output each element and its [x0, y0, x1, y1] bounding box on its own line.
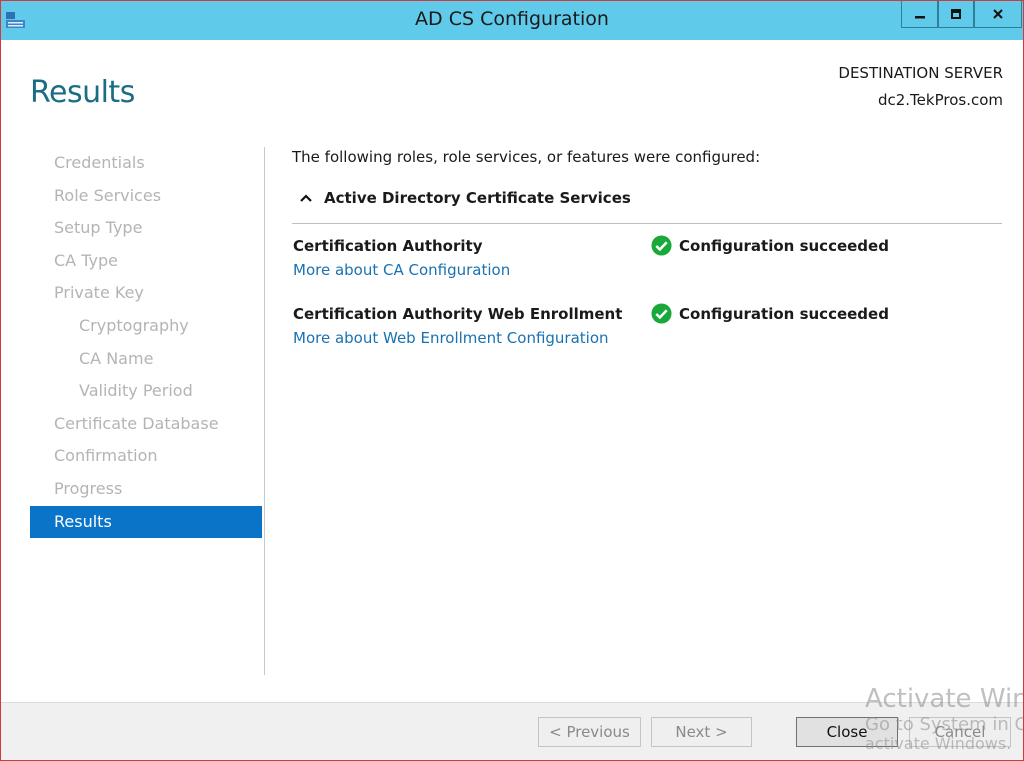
nav-item-progress: Progress — [54, 478, 123, 498]
role-status: Configuration succeeded — [651, 235, 889, 256]
nav-item-private-key: Private Key — [54, 283, 144, 303]
next-button[interactable]: Next > — [651, 717, 752, 747]
nav-item-role-services: Role Services — [54, 185, 162, 205]
role-status: Configuration succeeded — [651, 303, 889, 324]
role-row: Certification Authority More about CA Co… — [293, 235, 1003, 287]
nav-item-confirmation: Confirmation — [54, 446, 158, 466]
previous-button[interactable]: < Previous — [538, 717, 641, 747]
nav-item-setup-type: Setup Type — [54, 218, 143, 238]
success-check-icon — [651, 235, 672, 256]
section-header[interactable]: Active Directory Certificate Services — [299, 189, 631, 207]
page-title: Results — [30, 75, 135, 110]
minimize-button[interactable] — [901, 1, 938, 28]
more-about-ca-link[interactable]: More about CA Configuration — [293, 261, 510, 279]
destination-server-label: DESTINATION SERVER — [838, 64, 1003, 82]
nav-item-credentials: Credentials — [54, 153, 145, 172]
cancel-button[interactable]: Cancel — [909, 717, 1011, 747]
window-title: AD CS Configuration — [415, 8, 609, 30]
role-name: Certification Authority — [293, 237, 483, 255]
nav-divider — [264, 147, 265, 675]
window-close-button[interactable] — [974, 1, 1022, 28]
role-row: Certification Authority Web Enrollment M… — [293, 303, 1003, 355]
results-intro-text: The following roles, role services, or f… — [292, 148, 761, 166]
chevron-up-icon[interactable] — [299, 191, 313, 205]
status-text: Configuration succeeded — [679, 236, 889, 255]
status-text: Configuration succeeded — [679, 304, 889, 323]
close-button[interactable]: Close — [796, 717, 898, 747]
more-about-web-enrollment-link[interactable]: More about Web Enrollment Configuration — [293, 329, 609, 347]
nav-item-validity-period: Validity Period — [79, 381, 193, 401]
nav-item-certificate-database: Certificate Database — [54, 413, 219, 433]
nav-item-ca-type: CA Type — [54, 250, 118, 270]
wizard-navigation: Credentials Role Services Setup Type CA … — [30, 147, 262, 539]
section-divider — [292, 223, 1002, 224]
minimize-icon — [914, 16, 925, 19]
destination-server-name: dc2.TekPros.com — [877, 91, 1003, 109]
close-icon — [993, 9, 1003, 19]
nav-item-results[interactable]: Results — [30, 505, 262, 539]
maximize-icon — [951, 9, 961, 19]
ad-cs-configuration-window: AD CS Configuration Results DESTINATION … — [0, 0, 1024, 761]
success-check-icon — [651, 303, 672, 324]
title-bar[interactable]: AD CS Configuration — [1, 1, 1023, 40]
nav-item-cryptography: Cryptography — [79, 315, 189, 335]
role-name: Certification Authority Web Enrollment — [293, 305, 623, 323]
section-title: Active Directory Certificate Services — [324, 189, 631, 207]
maximize-button[interactable] — [938, 1, 974, 28]
nav-item-ca-name: CA Name — [79, 348, 154, 368]
